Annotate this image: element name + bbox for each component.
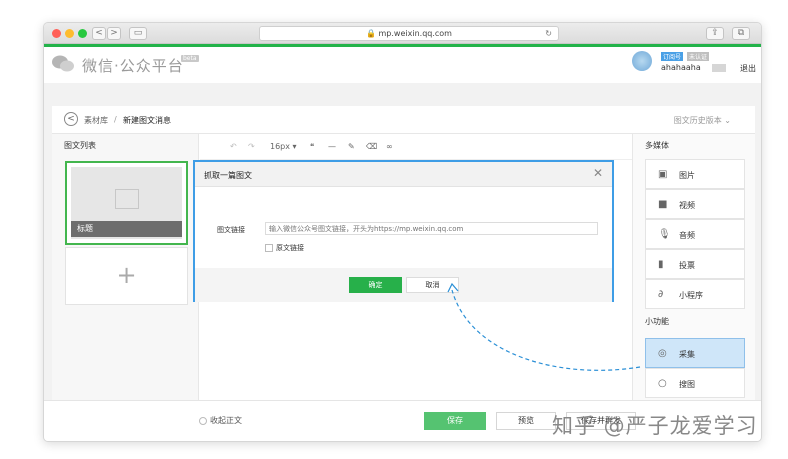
watermark: 知乎 @严子龙爱学习 <box>552 414 758 438</box>
annotation-arrow <box>447 282 641 371</box>
